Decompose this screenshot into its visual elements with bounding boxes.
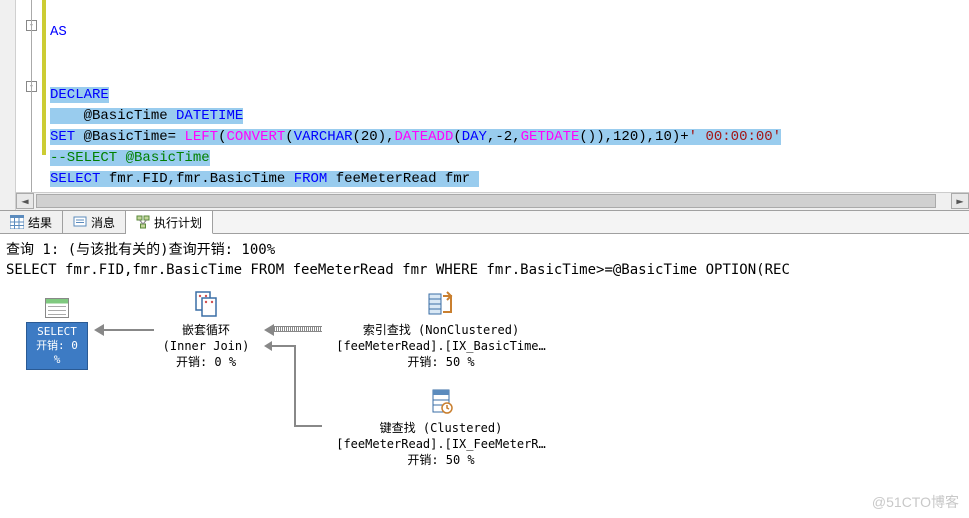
scrollbar-thumb[interactable] <box>36 194 936 208</box>
fold-column: - - <box>24 0 42 210</box>
tab-execution-plan[interactable]: 执行计划 <box>126 211 213 234</box>
grid-icon <box>10 215 24 229</box>
op-cost: 开销: 50 % <box>316 452 566 468</box>
query-sql-text: SELECT fmr.FID,fmr.BasicTime FROM feeMet… <box>6 260 969 280</box>
query-cost-header: 查询 1: (与该批有关的)查询开销: 100% <box>6 240 969 260</box>
tab-label: 消息 <box>91 214 115 231</box>
op-title: 键查找 (Clustered) <box>316 420 566 436</box>
plan-node-key-lookup[interactable]: 键查找 (Clustered) [feeMeterRead].[IX_FeeMe… <box>316 386 566 468</box>
op-subtitle: (Inner Join) <box>146 338 266 354</box>
tab-label: 结果 <box>28 214 52 231</box>
tab-results[interactable]: 结果 <box>0 211 63 233</box>
plan-node-index-seek[interactable]: 索引查找 (NonClustered) [feeMeterRead].[IX_B… <box>316 288 566 370</box>
editor-gutter <box>0 0 16 210</box>
horizontal-scrollbar[interactable]: ◄ ► <box>16 192 969 210</box>
arrow-icon <box>94 324 104 336</box>
key-lookup-icon <box>425 386 457 418</box>
code-line: DECLARE <box>50 85 781 106</box>
op-cost: 开销: 0 % <box>146 354 266 370</box>
scroll-right-icon[interactable]: ► <box>951 193 969 209</box>
select-result-icon <box>45 298 69 318</box>
plan-connector <box>294 345 296 427</box>
arrow-icon <box>264 324 274 336</box>
scroll-left-icon[interactable]: ◄ <box>16 193 34 209</box>
plan-node-select[interactable]: SELECT 开销: 0 % <box>26 298 88 370</box>
messages-icon <box>73 215 87 229</box>
code-line: SELECT fmr.FID,fmr.BasicTime FROM feeMet… <box>50 169 781 190</box>
plan-connector <box>272 345 296 347</box>
code-line: --SELECT @BasicTime <box>50 148 781 169</box>
op-cost: 开销: 0 % <box>33 339 81 367</box>
op-title: SELECT <box>33 325 81 339</box>
code-line: AS <box>50 22 781 43</box>
plan-icon <box>136 215 150 229</box>
plan-connector <box>274 326 322 332</box>
op-object: [feeMeterRead].[IX_FeeMeterR… <box>316 436 566 452</box>
code-line: SET @BasicTime= LEFT(CONVERT(VARCHAR(20)… <box>50 127 781 148</box>
op-title: 嵌套循环 <box>146 322 266 338</box>
tab-label: 执行计划 <box>154 214 202 231</box>
watermark: @51CTO博客 <box>872 492 959 512</box>
plan-diagram: SELECT 开销: 0 % 嵌套循环 (Inner Join) 开销: 0 % <box>6 286 969 486</box>
op-title: 索引查找 (NonClustered) <box>316 322 566 338</box>
nested-loop-icon <box>190 288 222 320</box>
op-object: [feeMeterRead].[IX_BasicTime… <box>316 338 566 354</box>
arrow-icon <box>264 341 272 351</box>
plan-node-nested-loop[interactable]: 嵌套循环 (Inner Join) 开销: 0 % <box>146 288 266 370</box>
change-indicator <box>42 0 46 155</box>
results-tabs: 结果 消息 执行计划 <box>0 210 969 234</box>
sql-editor[interactable]: - - AS DECLARE @BasicTime DATETIMESET @B… <box>0 0 969 210</box>
code-content[interactable]: AS DECLARE @BasicTime DATETIMESET @Basic… <box>50 0 781 210</box>
index-seek-icon <box>425 288 457 320</box>
op-cost: 开销: 50 % <box>316 354 566 370</box>
execution-plan-pane[interactable]: 查询 1: (与该批有关的)查询开销: 100% SELECT fmr.FID,… <box>0 234 969 486</box>
code-line: @BasicTime DATETIME <box>50 106 781 127</box>
tab-messages[interactable]: 消息 <box>63 211 126 233</box>
